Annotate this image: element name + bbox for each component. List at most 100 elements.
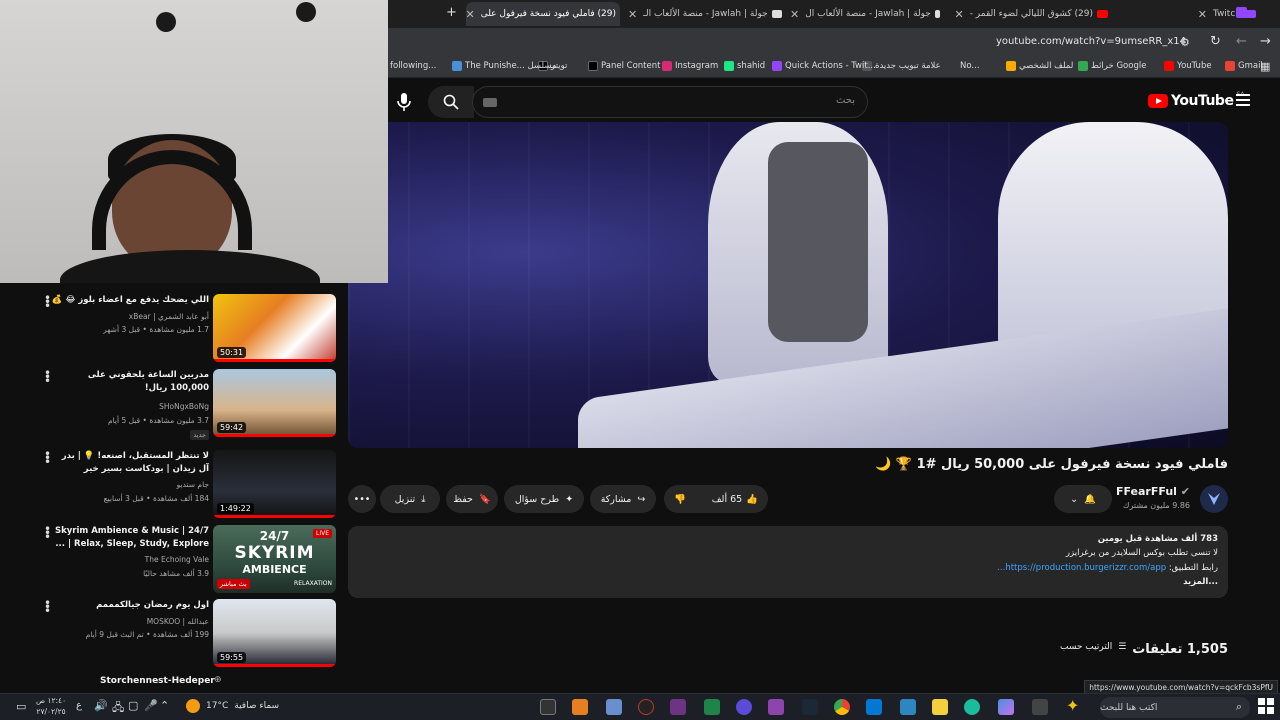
tab-twitch[interactable]: Twitch ✕ [1116, 2, 1256, 26]
like-button[interactable]: 👍 65 ألف [712, 494, 758, 505]
tab-jawlah-2[interactable]: جولة | Jawlah - منصة الألعاب الـ ✕ [626, 2, 782, 26]
app-icon[interactable] [638, 699, 654, 715]
related-video[interactable]: 59:42 مدربين الساعة يلحقوني على 100,000 … [0, 367, 340, 440]
more-actions-button[interactable]: ••• [348, 485, 376, 513]
chevron-up-icon[interactable]: ⌃ [160, 699, 169, 712]
apps-icon[interactable]: ▦ [1260, 60, 1270, 73]
bookmark-profile[interactable]: لملف الشخصي [1006, 61, 1073, 71]
close-icon[interactable]: ✕ [954, 8, 963, 21]
close-icon[interactable]: ✕ [466, 8, 475, 21]
thumbnail[interactable]: 59:55 [213, 599, 336, 667]
video-player[interactable] [348, 122, 1228, 448]
video-title[interactable]: اللي يضحك يدفع مع اعضاء بلوز 😂 💰 [49, 294, 209, 307]
thumbnail[interactable]: 50:31 [213, 294, 336, 362]
more-vert-icon[interactable]: • • • [44, 292, 51, 312]
channel-name[interactable]: جام ستديو [177, 480, 209, 489]
related-video[interactable]: 50:31 اللي يضحك يدفع مع اعضاء بلوز 😂 💰 أ… [0, 292, 340, 364]
extension-icon[interactable] [1236, 7, 1247, 18]
app-icon[interactable] [768, 699, 784, 715]
chrome-icon[interactable] [834, 699, 850, 715]
video-title[interactable]: لا تنتظر المستقبل، اصنعه! 💡 | بدر آل زيد… [49, 450, 209, 476]
close-icon[interactable]: ✕ [628, 8, 637, 21]
tab-active-youtube[interactable]: (29) فاملي فيود نسخة فيرفول على ✕ [466, 2, 620, 26]
app-link[interactable]: https://production.burgerizzr.com/app... [997, 563, 1166, 573]
weather-widget[interactable]: 17°C سماء صافية [186, 699, 279, 713]
video-title[interactable]: 24/7 Skyrim Ambience & Music | Relax, Sl… [49, 525, 209, 551]
notification-icon[interactable]: ▭ [16, 700, 26, 713]
video-title[interactable]: اول يوم رمضان جيالكمممم [49, 599, 209, 612]
more-vert-icon[interactable]: • • • [44, 367, 51, 387]
tab-jawlah-1[interactable]: جولة | Jawlah - منصة الألعاب ال ✕ [788, 2, 940, 26]
outlook-icon[interactable] [866, 699, 882, 715]
bookmark-youtube[interactable]: YouTube [1164, 61, 1212, 71]
tab-youtube-1[interactable]: (29) كشوق الليالي لضوء القمر - ✕ [948, 2, 1108, 26]
taskbar-search[interactable]: اكتب هنا للبحث ⌕ [1100, 697, 1250, 718]
forward-icon[interactable]: ← [1236, 34, 1247, 49]
sort-button[interactable]: ☰ الترتيب حسب [1060, 642, 1126, 652]
search-input[interactable]: بحث [472, 86, 868, 118]
site-settings-icon[interactable]: ⚙ [1180, 36, 1190, 49]
subscribe-bell-button[interactable]: 🔔 ⌄ [1054, 485, 1112, 513]
ask-button[interactable]: ✦ طرح سؤال [504, 485, 584, 513]
thumbs-down-icon[interactable]: 👎 [674, 494, 686, 505]
discord-icon[interactable] [736, 699, 752, 715]
related-video[interactable]: 24/7 SKYRIM AMBIENCE RELAXATION LIVE بث … [0, 523, 340, 595]
thumbnail[interactable]: 59:42 [213, 369, 336, 437]
bookmark-punisher[interactable]: The Punishe... مسلسل [452, 61, 556, 71]
more-vert-icon[interactable]: • • • [44, 523, 51, 543]
related-video[interactable]: 59:55 اول يوم رمضان جيالكمممم عبدالله | … [0, 597, 340, 669]
bookmark-following[interactable]: following... [390, 61, 436, 71]
thumbnail[interactable]: 24/7 SKYRIM AMBIENCE RELAXATION LIVE بث … [213, 525, 336, 593]
mic-icon[interactable] [390, 88, 418, 116]
bookmark-instagram[interactable]: Instagram [662, 61, 718, 71]
bookmark-quick-actions[interactable]: Quick Actions - Twit... [772, 61, 876, 71]
bookmark-panel[interactable]: Panel Content [588, 61, 660, 71]
back-icon[interactable]: → [1260, 34, 1271, 49]
file-explorer-icon[interactable] [932, 699, 948, 715]
bookmark-no[interactable]: No... [960, 61, 980, 71]
windows-start-icon[interactable] [1258, 698, 1274, 714]
app-icon[interactable] [606, 699, 622, 715]
channel-name[interactable]: عبدالله | MOSKOO [147, 617, 209, 626]
channel-name[interactable]: The Echoing Vale [145, 555, 209, 564]
close-icon[interactable]: ✕ [790, 8, 799, 21]
app-icon[interactable] [572, 699, 588, 715]
channel-avatar[interactable] [1200, 485, 1228, 513]
channel-name[interactable]: FFearFFul ✔ [1116, 485, 1190, 498]
description-box[interactable]: 783 ألف مشاهدة قبل يومين لا تنسى تطلب بو… [348, 526, 1228, 598]
display-icon[interactable]: ▢ [128, 699, 138, 712]
store-icon[interactable] [900, 699, 916, 715]
bookmark-shahid[interactable]: shahid [724, 61, 765, 71]
url-field[interactable]: youtube.com/watch?v=9umseRR_x14 [996, 36, 1186, 47]
more-vert-icon[interactable]: • • • [44, 448, 51, 468]
volume-icon[interactable]: 🔊 [94, 699, 108, 712]
new-tab-button[interactable]: + [446, 5, 457, 20]
reload-icon[interactable]: ↻ [1210, 34, 1221, 49]
show-more[interactable]: ...المزيد [1183, 577, 1218, 587]
app-icon[interactable] [670, 699, 686, 715]
xbox-icon[interactable] [704, 699, 720, 715]
menu-icon[interactable] [1236, 94, 1250, 106]
youtube-logo[interactable]: YouTube SA [1148, 91, 1244, 109]
search-button[interactable] [428, 86, 474, 118]
network-icon[interactable]: 🖧 [112, 699, 124, 718]
bookmark-maps[interactable]: خرائط Google [1078, 61, 1146, 71]
keyboard-icon[interactable] [483, 98, 497, 107]
microphone-icon[interactable]: 🎤 [144, 699, 158, 712]
more-vert-icon[interactable]: • • • [44, 597, 51, 617]
channel-name[interactable]: أبو عابد الشمري | xBear [129, 312, 209, 321]
task-view-icon[interactable] [1032, 699, 1048, 715]
language-indicator[interactable]: ع [76, 700, 82, 711]
copilot-icon[interactable] [998, 699, 1014, 715]
close-icon[interactable]: ✕ [1198, 8, 1207, 21]
related-video[interactable]: 1:49:22 لا تنتظر المستقبل، اصنعه! 💡 | بد… [0, 448, 340, 520]
bookmark-gmail[interactable]: Gmail [1225, 61, 1263, 71]
epic-games-icon[interactable] [540, 699, 556, 715]
thumbnail[interactable]: 1:49:22 [213, 450, 336, 518]
clock[interactable]: ١٢:٤٠ ص ٢٧/٠٢/٢٥ [36, 695, 66, 717]
channel-name[interactable]: SHoNgxBoNg [159, 402, 209, 411]
video-title[interactable]: مدربين الساعة يلحقوني على 100,000 ريال! [49, 369, 209, 395]
steam-icon[interactable] [802, 699, 818, 715]
share-button[interactable]: ↪ مشاركة [590, 485, 656, 513]
video-title[interactable]: Storchennest-Hedeper [100, 676, 215, 686]
